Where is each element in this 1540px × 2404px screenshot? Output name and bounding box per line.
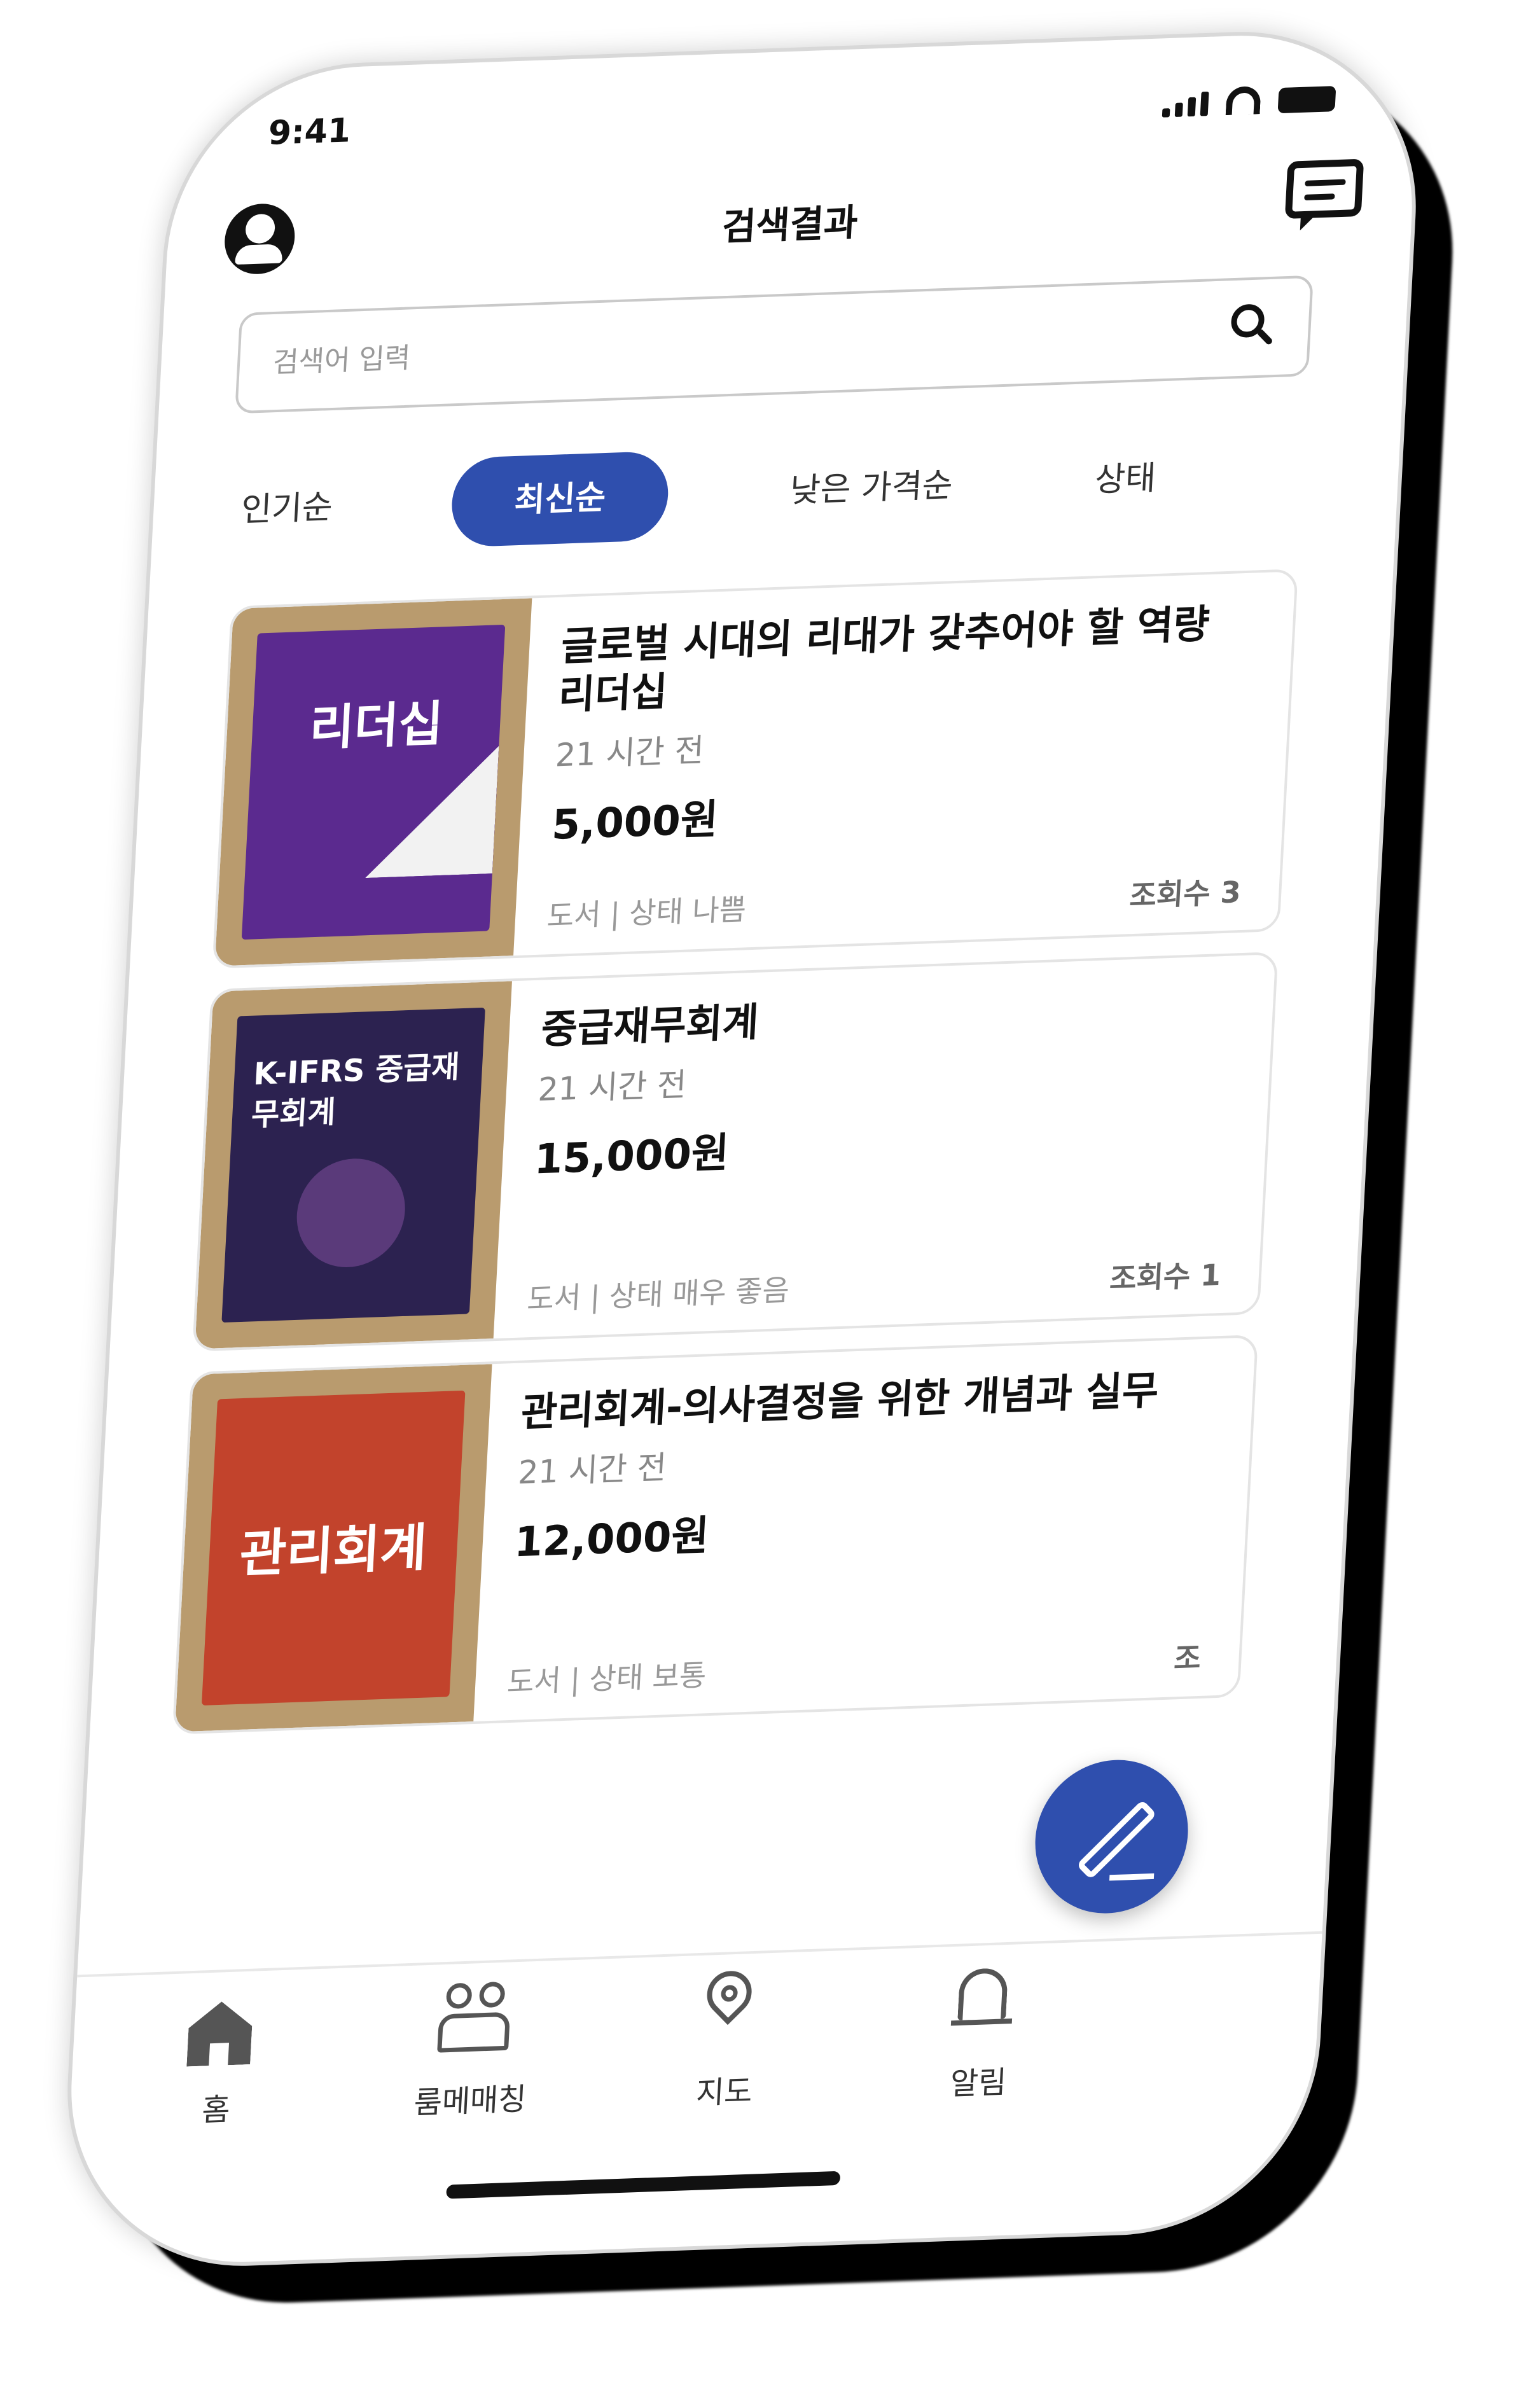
nav-map-label: 지도 [695,2073,754,2111]
status-icons [1162,83,1336,118]
nav-roommate[interactable]: 룸메매칭 [349,1976,597,2125]
people-icon [434,1978,515,2058]
cover-title: K-IFRS 중급재무회계 [250,1049,461,1134]
bell-icon [943,1961,1023,2040]
listing-meta: 도서 | 상태 보통 [506,1658,707,1700]
cover-title: 관리회계 [238,1518,429,1584]
search-input[interactable] [270,310,1102,386]
pencil-underline [1109,1873,1155,1881]
tab-latest[interactable]: 최신순 [449,450,670,548]
sort-tabs: 인기순 최신순 낮은 가격순 상태 [202,427,1350,557]
tab-low-price[interactable]: 낮은 가격순 [742,439,1001,537]
wifi-icon [1225,86,1261,116]
pencil-icon [1076,1799,1157,1880]
listing-meta: 도서 | 상태 나쁨 [546,892,747,934]
search-bar [235,275,1314,414]
listing-card-3[interactable]: 관리회계 관리회계-의사결정을 위한 개념과 실무 21 시간 전 12,000… [172,1334,1259,1735]
nav-home-label: 홈 [201,2092,232,2129]
listing-views: 조회수 1 [1109,1257,1222,1296]
listing-price: 15,000원 [533,1129,730,1184]
listing-card-1[interactable]: 리더십 글로벌 시대의 리대가 갖추어야 할 역량 리더십 21 시간 전 5,… [212,569,1298,969]
listing-info: 중급재무회계 21 시간 전 15,000원 도서 | 상태 매우 좋음 조회수… [526,981,1236,1318]
status-time: 9:41 [267,111,352,153]
page-title: 검색결과 [721,200,859,249]
listing-price: 12,000원 [513,1512,711,1567]
map-pin-icon [688,1961,768,2049]
book-cover-image: 리더십 [214,598,532,966]
battery-icon [1277,85,1336,114]
listing-info: 글로벌 시대의 리대가 갖추어야 할 역량 리더십 21 시간 전 5,000원… [546,598,1256,935]
cover-art [294,1157,408,1269]
cover-title: 리더십 [308,695,445,757]
bottom-nav: 홈 룸메매칭 지도 알림 [66,1950,1321,2186]
listing-meta: 도서 | 상태 매우 좋음 [526,1272,791,1317]
listing-views: 조회수 3 [1128,874,1242,914]
nav-notifications[interactable]: 알림 [857,1958,1106,2107]
listing-info: 관리회계-의사결정을 위한 개념과 실무 21 시간 전 12,000원 도서 … [506,1364,1216,1701]
listing-card-2[interactable]: K-IFRS 중급재무회계 중급재무회계 21 시간 전 15,000원 도서 … [192,952,1279,1352]
book-cover: 관리회계 [201,1390,466,1706]
nav-home[interactable]: 홈 [94,1985,343,2134]
stage: 9:41 검색결과 인기순 최신순 낮은 가격순 상태 [0,0,1540,2404]
nav-roommate-label: 룸메매칭 [413,2081,527,2122]
search-icon[interactable] [1230,303,1265,338]
nav-notifications-label: 알림 [949,2064,1008,2102]
book-cover-image: K-IFRS 중급재무회계 [195,981,512,1349]
cover-art [365,746,499,879]
listing-price: 5,000원 [550,796,719,849]
home-icon [180,1987,260,2067]
phone-frame: 9:41 검색결과 인기순 최신순 낮은 가격순 상태 [58,25,1426,2273]
write-post-button[interactable] [1031,1757,1192,1916]
book-cover: 리더십 [241,624,506,940]
home-indicator [446,2171,841,2199]
listing-views: 조 [1173,1640,1202,1676]
tab-popular[interactable]: 인기순 [214,462,359,556]
tab-condition[interactable]: 상태 [1066,433,1185,526]
listing-title: 글로벌 시대의 리대가 갖추어야 할 역량 리더십 [557,600,1211,719]
book-cover-image: 관리회계 [174,1364,492,1732]
book-cover: K-IFRS 중급재무회계 [221,1007,485,1323]
signal-icon [1162,91,1209,118]
chat-icon[interactable] [1284,158,1364,219]
nav-map[interactable]: 지도 [602,1961,851,2116]
